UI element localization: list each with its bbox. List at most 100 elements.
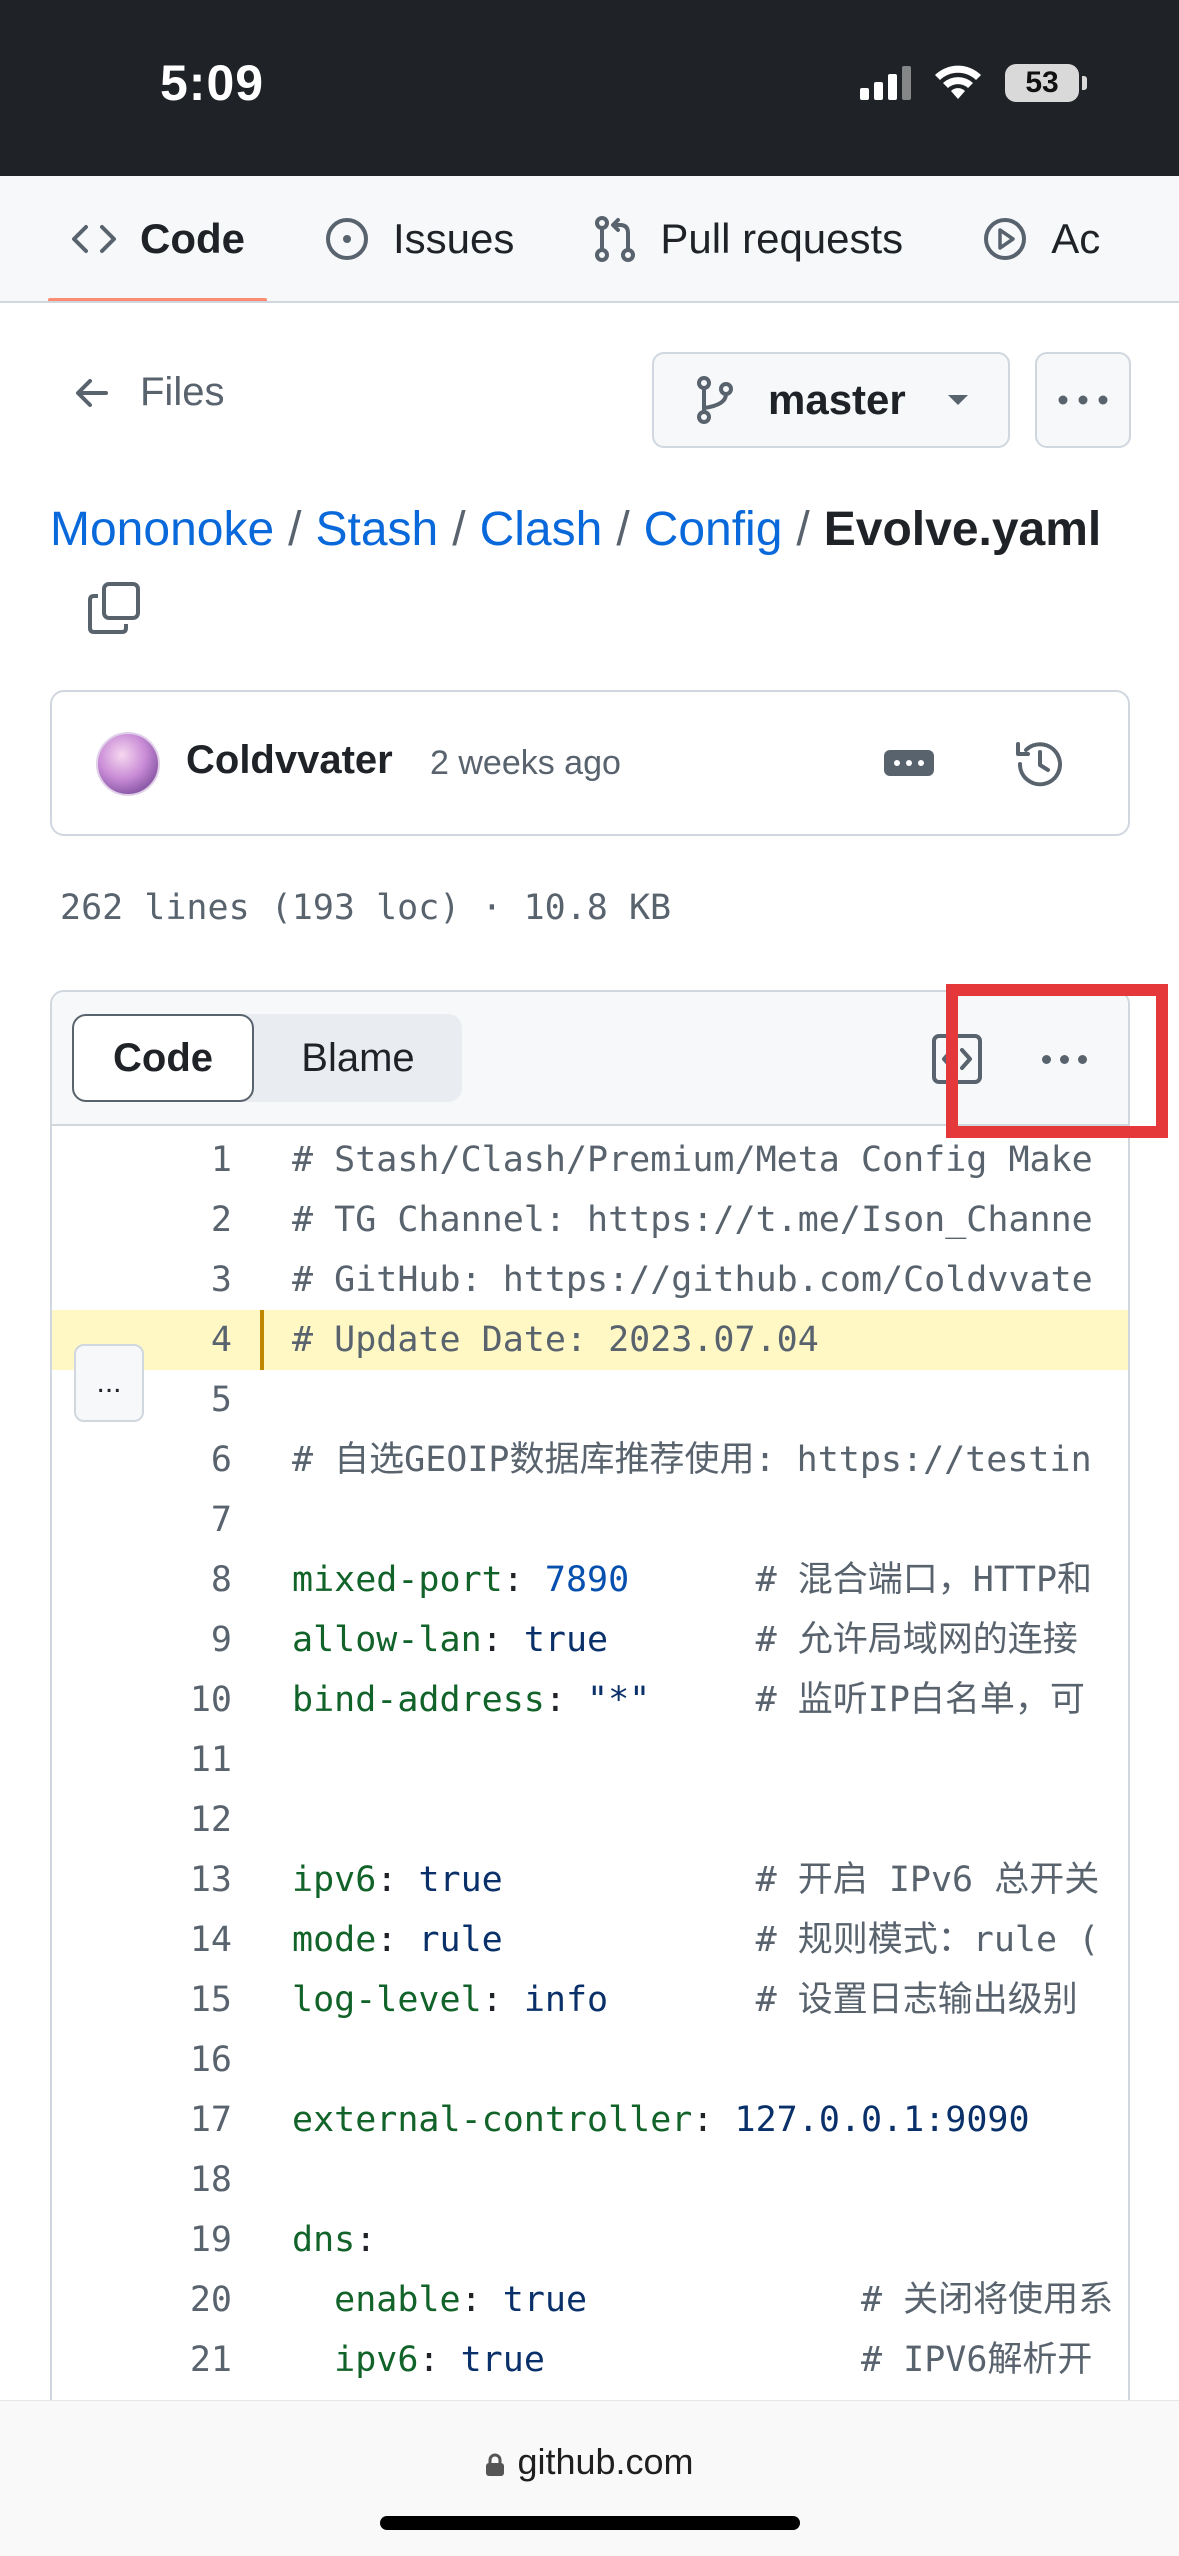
code-icon bbox=[72, 224, 116, 253]
code-token: true bbox=[460, 2340, 545, 2380]
line-number[interactable]: 10 bbox=[132, 1670, 232, 1730]
line-number[interactable]: 6 bbox=[132, 1430, 232, 1490]
wifi-icon bbox=[935, 65, 981, 99]
code-token: external-controller bbox=[292, 2100, 693, 2140]
blame-view-button[interactable]: Blame bbox=[254, 1014, 462, 1102]
breadcrumb-separator: / bbox=[452, 503, 466, 556]
code-text: allow-lan: true # 允许局域网的连接 bbox=[292, 1610, 1078, 1670]
line-number[interactable]: 14 bbox=[132, 1910, 232, 1970]
code-token: # Stash/Clash/Premium/Meta Config Make bbox=[292, 1140, 1093, 1180]
line-number[interactable]: 12 bbox=[132, 1790, 232, 1850]
git-branch-icon bbox=[697, 376, 733, 424]
tab-issues[interactable]: Issues bbox=[323, 176, 515, 301]
line-number[interactable]: 11 bbox=[132, 1730, 232, 1790]
code-token: : bbox=[481, 1620, 524, 1660]
code-text: # Update Date: 2023.07.04 bbox=[292, 1310, 819, 1370]
line-options-button[interactable]: ... bbox=[74, 1344, 144, 1422]
history-icon[interactable] bbox=[1012, 736, 1068, 792]
code-token: log-level bbox=[292, 1980, 482, 2020]
breadcrumb-link-repo[interactable]: Mononoke bbox=[50, 503, 274, 556]
code-line: 21 ipv6: true # IPV6解析开 bbox=[52, 2330, 1128, 2390]
play-circle-icon bbox=[984, 217, 1027, 260]
code-line: 19 dns: bbox=[52, 2210, 1128, 2270]
code-line: 15 log-level: info # 设置日志输出级别 bbox=[52, 1970, 1128, 2030]
code-view-button[interactable]: Code bbox=[72, 1014, 254, 1102]
line-number[interactable]: 3 bbox=[132, 1250, 232, 1310]
line-number[interactable]: 15 bbox=[132, 1970, 232, 2030]
issue-circle-icon bbox=[326, 217, 368, 260]
breadcrumb-link-clash[interactable]: Clash bbox=[480, 503, 603, 556]
commit-author[interactable]: Coldvvater bbox=[186, 738, 393, 783]
code-line: 3 # GitHub: https://github.com/Coldvvate bbox=[52, 1250, 1128, 1310]
code-token: ipv6 bbox=[334, 2340, 419, 2380]
code-token: # 允许局域网的连接 bbox=[755, 1620, 1078, 1660]
code-line: 20 enable: true # 关闭将使用系 bbox=[52, 2270, 1128, 2330]
line-number[interactable]: 21 bbox=[132, 2330, 232, 2390]
commit-message-toggle-icon[interactable] bbox=[884, 750, 934, 776]
line-number[interactable]: 18 bbox=[132, 2150, 232, 2210]
browser-url-bar[interactable]: github.com bbox=[0, 2400, 1179, 2556]
back-to-files-link[interactable]: Files bbox=[74, 370, 224, 415]
tab-pull-requests[interactable]: Pull requests bbox=[592, 176, 904, 301]
code-text: # GitHub: https://github.com/Coldvvate bbox=[292, 1250, 1093, 1310]
file-more-options-button[interactable] bbox=[1035, 352, 1131, 448]
line-number[interactable]: 5 bbox=[132, 1370, 232, 1430]
code-token: # 自选GEOIP数据库推荐使用: https://testin bbox=[292, 1440, 1092, 1480]
code-line: 9 allow-lan: true # 允许局域网的连接 bbox=[52, 1610, 1128, 1670]
branch-selector-button[interactable]: master bbox=[652, 352, 1010, 448]
code-line: 5 bbox=[52, 1370, 1128, 1430]
code-line: 2 # TG Channel: https://t.me/Ison_Channe bbox=[52, 1190, 1128, 1250]
line-number[interactable]: 8 bbox=[132, 1550, 232, 1610]
copy-path-icon[interactable] bbox=[86, 580, 142, 636]
code-text: enable: true # 关闭将使用系 bbox=[292, 2270, 1113, 2330]
url-display[interactable]: github.com bbox=[0, 2441, 1179, 2483]
breadcrumb-separator: / bbox=[288, 503, 302, 556]
home-indicator[interactable] bbox=[380, 2516, 800, 2530]
line-number[interactable]: 17 bbox=[132, 2090, 232, 2150]
status-bar: 5:09 53 bbox=[0, 0, 1179, 176]
code-token: : bbox=[355, 2220, 377, 2260]
line-number[interactable]: 9 bbox=[132, 1610, 232, 1670]
line-number[interactable]: 20 bbox=[132, 2270, 232, 2330]
caret-down-icon bbox=[947, 395, 968, 405]
code-token: 7890 bbox=[544, 1560, 630, 1600]
code-token: # IPV6解析开 bbox=[860, 2340, 1093, 2380]
line-number[interactable]: 2 bbox=[132, 1190, 232, 1250]
code-line: 18 bbox=[52, 2150, 1128, 2210]
tab-code[interactable]: Code bbox=[48, 176, 267, 301]
tab-label: Ac bbox=[1051, 214, 1101, 262]
code-token: ipv6 bbox=[292, 1860, 377, 1900]
code-token: : bbox=[481, 1980, 524, 2020]
code-token: : bbox=[692, 2100, 735, 2140]
tab-label: Issues bbox=[393, 214, 515, 262]
status-icons: 53 bbox=[860, 64, 1087, 102]
avatar[interactable] bbox=[96, 732, 160, 796]
line-number[interactable]: 4 bbox=[132, 1310, 232, 1370]
tab-label: Pull requests bbox=[660, 214, 904, 262]
breadcrumb-link-stash[interactable]: Stash bbox=[316, 503, 439, 556]
code-text: log-level: info # 设置日志输出级别 bbox=[292, 1970, 1078, 2030]
line-number[interactable]: 7 bbox=[132, 1490, 232, 1550]
code-token: enable bbox=[334, 2280, 461, 2320]
code-token: # TG Channel: https://t.me/Ison_Channe bbox=[292, 1200, 1093, 1240]
code-line: 12 bbox=[52, 1790, 1128, 1850]
code-token: : bbox=[544, 1680, 588, 1720]
code-token: dns bbox=[292, 2220, 356, 2260]
code-text: # 自选GEOIP数据库推荐使用: https://testin bbox=[292, 1430, 1092, 1490]
line-number[interactable]: 16 bbox=[132, 2030, 232, 2090]
url-domain: github.com bbox=[517, 2441, 694, 2482]
line-number[interactable]: 19 bbox=[132, 2210, 232, 2270]
breadcrumb-link-config[interactable]: Config bbox=[644, 503, 783, 556]
commit-time: 2 weeks ago bbox=[430, 744, 621, 782]
line-number[interactable]: 13 bbox=[132, 1850, 232, 1910]
code-line: 16 bbox=[52, 2030, 1128, 2090]
tab-actions[interactable]: Ac bbox=[981, 176, 1101, 301]
code-text: # Stash/Clash/Premium/Meta Config Make bbox=[292, 1130, 1093, 1190]
line-number[interactable]: 1 bbox=[132, 1130, 232, 1190]
